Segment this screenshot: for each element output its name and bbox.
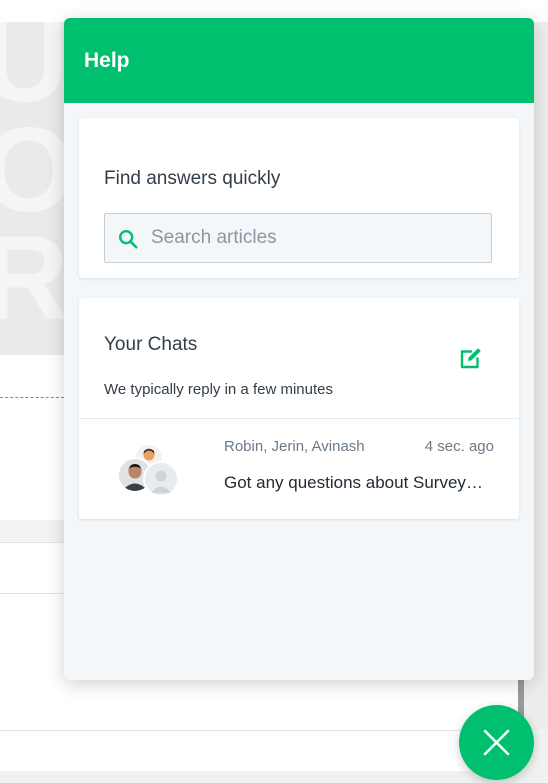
- search-icon: [119, 230, 138, 249]
- widget-close-button[interactable]: [459, 705, 534, 780]
- chats-card-subtitle: We typically reply in a few minutes: [104, 381, 333, 398]
- page-bottom-row: [0, 730, 486, 771]
- chat-conversation-item[interactable]: Robin, Jerin, Avinash 4 sec. ago Got any…: [79, 419, 519, 519]
- chat-message-preview: Got any questions about SurveySparrow?: [224, 473, 492, 492]
- search-card: Find answers quickly: [79, 118, 519, 278]
- avatar: [143, 461, 179, 497]
- page-hero-graphic: U O R: [0, 22, 64, 355]
- chat-timestamp: 4 sec. ago: [424, 438, 494, 455]
- search-box[interactable]: [104, 213, 492, 263]
- chats-card-heading: Your Chats: [104, 334, 198, 355]
- close-icon: [483, 729, 510, 756]
- widget-header: Help: [64, 18, 534, 103]
- team-avatars: [117, 443, 181, 499]
- chat-participants: Robin, Jerin, Avinash: [224, 438, 365, 455]
- help-widget: Help Find answers quickly Your Chats We …: [64, 18, 534, 680]
- compose-icon[interactable]: [459, 346, 483, 370]
- widget-title: Help: [84, 48, 130, 72]
- page-dashed-divider: [0, 397, 64, 398]
- hero-decor-letter: R: [0, 211, 64, 345]
- chats-card: Your Chats We typically reply in a few m…: [79, 298, 519, 519]
- search-card-heading: Find answers quickly: [104, 168, 281, 189]
- search-input[interactable]: [151, 214, 481, 262]
